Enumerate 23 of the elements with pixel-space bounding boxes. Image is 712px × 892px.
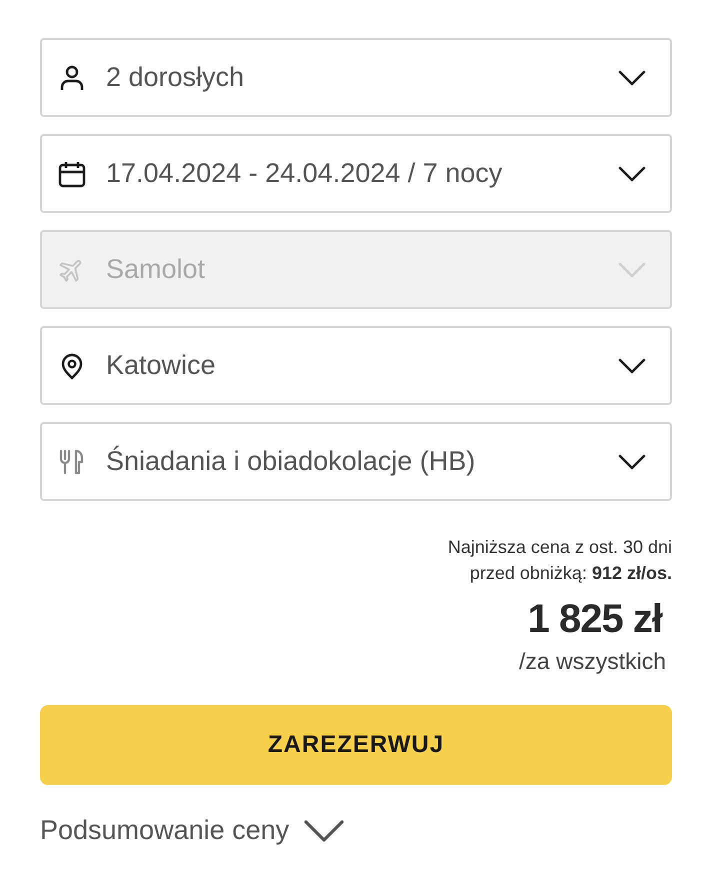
field-value: 17.04.2024 - 24.04.2024 / 7 nocy: [106, 158, 504, 189]
chevron-down-icon: [303, 818, 346, 842]
calendar-icon: [58, 160, 86, 188]
dropdown-field[interactable]: Śniadania i obiadokolacje (HB): [40, 422, 672, 501]
total-price: 1 825 zł: [528, 596, 662, 643]
dropdown-field[interactable]: 17.04.2024 - 24.04.2024 / 7 nocy: [40, 134, 672, 213]
field-value: Katowice: [106, 350, 217, 381]
chevron-down-icon: [618, 262, 646, 278]
field-value: 2 dorosłych: [106, 62, 246, 93]
chevron-down-icon: [618, 70, 646, 86]
book-button[interactable]: ZAREZERWUJ: [40, 705, 672, 785]
chevron-down-icon: [618, 166, 646, 182]
field-value: Śniadania i obiadokolacje (HB): [106, 446, 476, 477]
dropdown-field[interactable]: 2 dorosłych: [40, 38, 672, 117]
chevron-down-icon: [618, 454, 646, 470]
price-unit: /za wszystkich: [519, 648, 666, 675]
lowest-price-note: Najniższa cena z ost. 30 dni przed obniżką: 912 zł/os.: [446, 536, 672, 585]
price-summary-toggle[interactable]: Podsumowanie ceny: [40, 815, 346, 846]
chevron-down-icon: [618, 358, 646, 374]
dropdown-field[interactable]: Katowice: [40, 326, 672, 405]
field-value: Samolot: [106, 254, 206, 285]
person-icon: [58, 64, 86, 92]
fork-knife-icon: [58, 448, 86, 476]
